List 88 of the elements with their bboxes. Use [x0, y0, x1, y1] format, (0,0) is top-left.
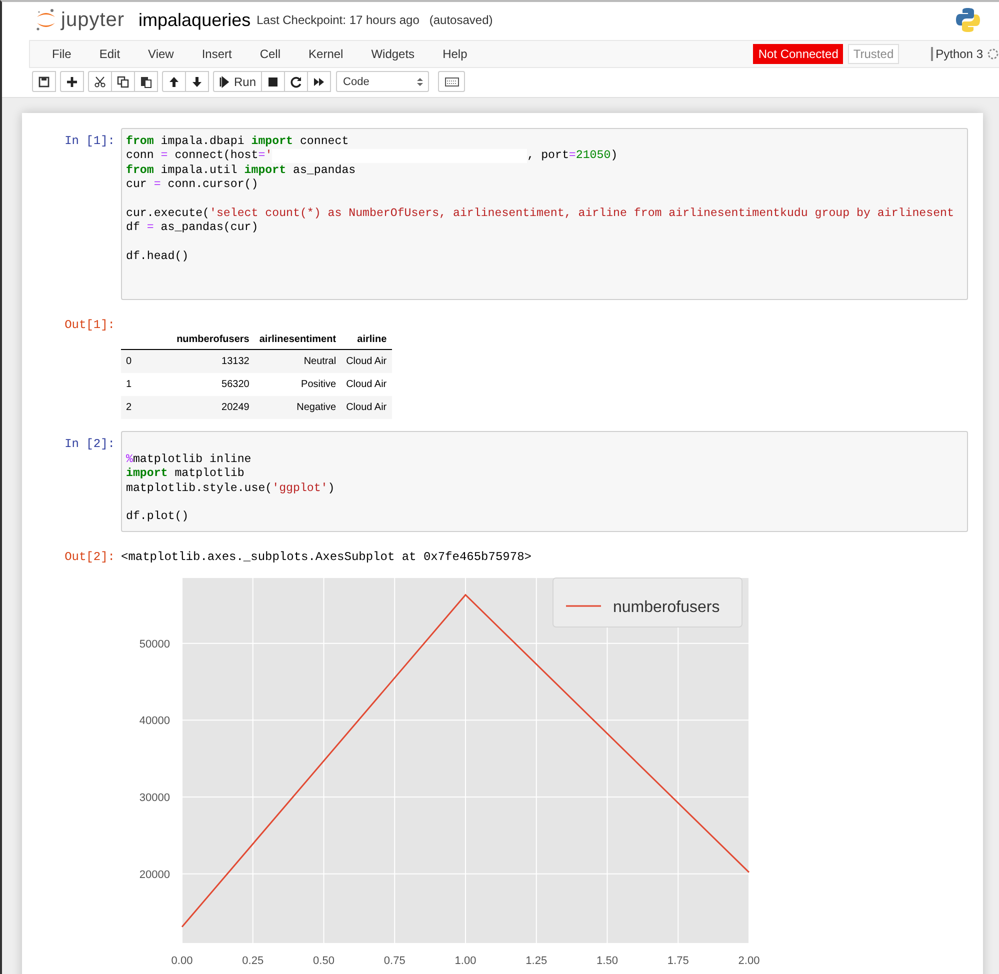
menu-item[interactable]: Widgets — [357, 47, 429, 61]
table-cell: 56320 — [172, 373, 254, 396]
run-button[interactable]: Run — [213, 71, 262, 92]
menu-item[interactable]: Kernel — [294, 47, 358, 61]
fastforward-button[interactable] — [307, 71, 332, 92]
legend-line-icon — [566, 605, 601, 607]
code-line: from impala.dbapi import connect — [126, 135, 350, 150]
keyboard-button[interactable] — [438, 71, 466, 92]
stop-icon — [267, 76, 280, 88]
keyboard-icon — [444, 76, 459, 86]
output-text: <matplotlib.axes._subplots.AxesSubplot at 0x7fe465b75978> — [121, 548, 532, 564]
input-prompt: In [1]: — [64, 133, 116, 148]
menu-item[interactable]: Help — [428, 47, 482, 61]
up-arrow-icon — [168, 76, 180, 88]
step-forward-icon — [219, 76, 231, 88]
menu-item[interactable]: File — [38, 47, 86, 61]
cell-type-dropdown[interactable]: Code — [336, 71, 430, 92]
menu-item[interactable]: View — [134, 47, 188, 61]
checkpoint-status: Last Checkpoint: 17 hours ago — [256, 13, 420, 27]
kernel-name: Python 3 — [930, 47, 983, 61]
down-arrow-icon — [191, 76, 203, 88]
x-tick-label: 0.25 — [242, 954, 264, 967]
legend-label: numberofusers — [613, 598, 720, 616]
x-tick-label: 1.25 — [526, 954, 548, 967]
code-cell[interactable]: %matplotlib inline import matplotlib matplotlib.style.use('ggplot') df.plot() — [121, 431, 968, 532]
down-button[interactable] — [185, 71, 209, 92]
cut-button[interactable] — [88, 71, 112, 92]
scissors-icon — [94, 76, 106, 88]
notebook-name[interactable]: impalaqueries — [138, 10, 251, 30]
save-button[interactable] — [32, 71, 56, 92]
paste-icon — [140, 76, 152, 88]
x-tick-label: 0.00 — [171, 954, 193, 967]
y-tick-label: 20000 — [139, 868, 170, 881]
kernel-status-icon — [987, 48, 999, 60]
menu-item[interactable]: Edit — [85, 47, 134, 61]
code-line: import matplotlib — [126, 467, 246, 482]
row-index: 2 — [121, 396, 172, 420]
input-prompt: In [2]: — [64, 436, 116, 452]
restart-button[interactable] — [284, 71, 308, 92]
code-line: matplotlib.style.use('ggplot') — [126, 482, 336, 496]
table-cell: Cloud Air — [341, 373, 392, 396]
table-cell: Negative — [254, 396, 342, 420]
python-logo-icon — [955, 7, 981, 33]
logo-text[interactable]: jupyter — [61, 8, 125, 32]
code-line: df.plot() — [126, 510, 190, 525]
trusted-badge[interactable]: Trusted — [848, 44, 899, 64]
code-line: cur.execute('select count(*) as NumberOfUsers, airlinesentiment, airline from airlinesentimentkudu group by airlinesent — [126, 207, 955, 222]
x-tick-label: 1.00 — [454, 954, 476, 967]
x-tick-label: 1.50 — [596, 954, 618, 967]
fast-forward-icon — [313, 76, 326, 88]
code-line: cur = conn.cursor() — [126, 178, 260, 193]
table-cell: 20249 — [172, 396, 254, 420]
code-line: %matplotlib inline — [126, 452, 252, 468]
copy-icon — [117, 76, 129, 88]
up-down-caret-icon — [417, 76, 424, 86]
table-cell: Cloud Air — [341, 396, 392, 420]
refresh-icon — [290, 76, 302, 88]
menu-item[interactable]: Insert — [188, 47, 246, 61]
plus-button[interactable] — [60, 71, 84, 92]
autosave-status: (autosaved) — [429, 13, 493, 27]
code-line: df.head() — [126, 250, 190, 265]
table-cell: Cloud Air — [341, 350, 392, 374]
output-prompt: Out[1]: — [64, 317, 116, 332]
plus-icon — [66, 76, 78, 88]
code-line: conn = connect(host=' , port=21050) — [126, 149, 619, 164]
y-tick-label: 50000 — [139, 638, 170, 650]
table-cell: 13132 — [172, 350, 254, 374]
stop-button[interactable] — [261, 71, 286, 92]
x-tick-label: 0.50 — [313, 954, 334, 967]
code-line: from impala.util import as_pandas — [126, 164, 357, 178]
code-cell[interactable] — [121, 128, 968, 300]
table-cell: Positive — [254, 373, 342, 396]
row-index: 1 — [121, 373, 172, 396]
connection-status-badge: Not Connected — [753, 44, 844, 64]
row-index: 0 — [121, 350, 172, 374]
x-tick-label: 1.75 — [667, 954, 689, 967]
jupyter-logo-icon — [35, 8, 57, 32]
table-cell: Neutral — [254, 350, 342, 374]
y-tick-label: 40000 — [139, 714, 170, 727]
output-prompt: Out[2]: — [64, 548, 116, 564]
copy-button[interactable] — [111, 71, 135, 92]
x-tick-label: 2.00 — [738, 954, 760, 967]
x-tick-label: 0.75 — [384, 954, 406, 967]
code-line: df = as_pandas(cur) — [126, 221, 260, 236]
up-button[interactable] — [162, 71, 186, 92]
y-tick-label: 30000 — [139, 792, 170, 804]
menu-item[interactable]: Cell — [246, 47, 295, 61]
paste-button[interactable] — [134, 71, 158, 92]
